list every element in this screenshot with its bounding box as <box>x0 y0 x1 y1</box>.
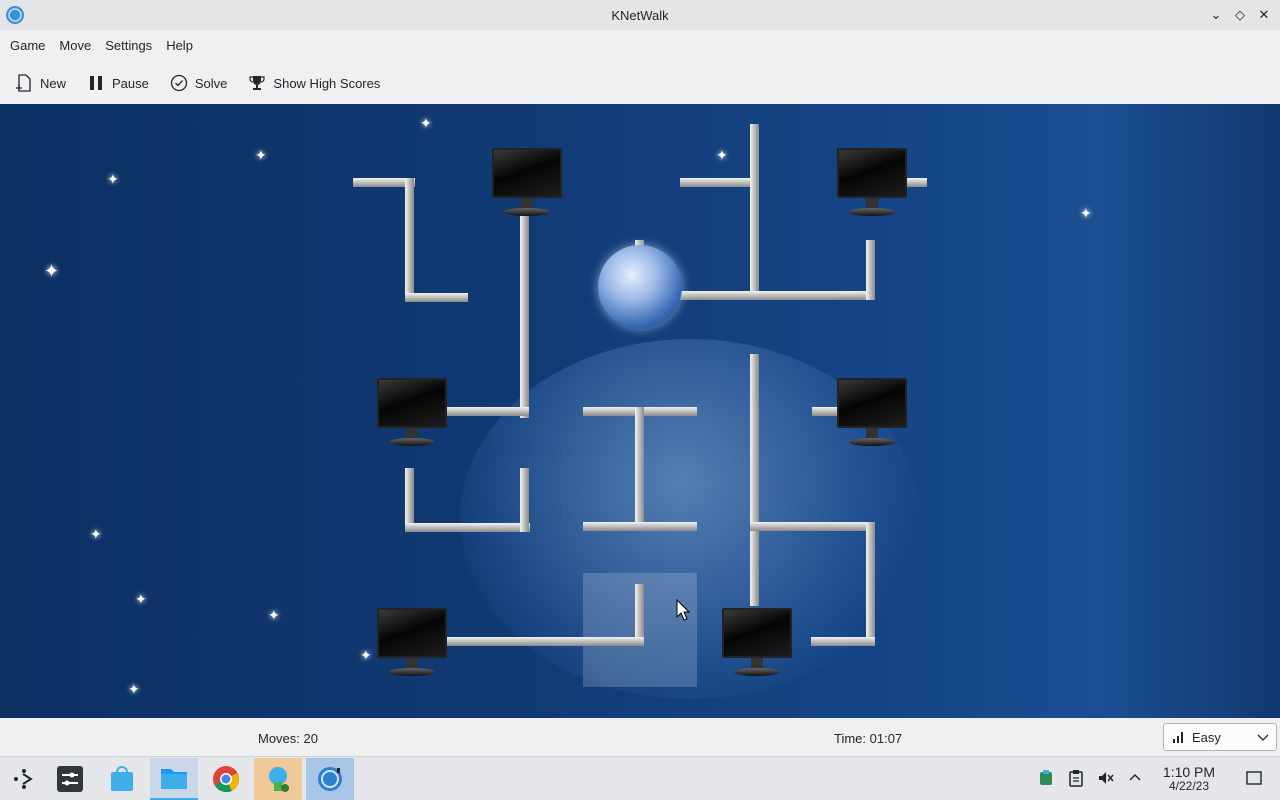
star: ✦ <box>128 681 140 697</box>
difficulty-value: Easy <box>1192 729 1221 745</box>
status-bar: Moves: 20 Time: 01:07 Easy <box>0 718 1280 756</box>
network-app-icon[interactable] <box>254 758 302 800</box>
maximize-icon[interactable]: ◇ <box>1230 5 1250 25</box>
new-document-icon <box>16 74 31 92</box>
computer-terminal[interactable] <box>835 376 909 450</box>
menu-game[interactable]: Game <box>4 38 51 53</box>
chevron-up-icon[interactable] <box>1124 767 1146 789</box>
pipe-segment[interactable] <box>866 522 875 646</box>
pipe-segment[interactable] <box>405 178 414 302</box>
star: ✦ <box>268 607 280 623</box>
server-globe[interactable] <box>598 245 682 329</box>
chevron-down-icon <box>1257 734 1269 741</box>
taskbar: 1:10 PM 4/22/23 <box>0 756 1280 800</box>
window-title: KNetWalk <box>611 7 669 23</box>
clipboard-tray-icon[interactable] <box>1065 767 1087 789</box>
chrome-browser-icon[interactable] <box>202 758 250 800</box>
check-circle-icon <box>170 74 188 92</box>
updates-tray-icon[interactable] <box>1035 767 1057 789</box>
menubar: Game Move Settings Help <box>0 30 1280 60</box>
star: ✦ <box>107 171 119 187</box>
pipe-segment[interactable] <box>635 407 644 527</box>
new-button[interactable]: New <box>14 73 66 93</box>
show-desktop-icon[interactable] <box>1243 767 1265 789</box>
menu-help[interactable]: Help <box>160 38 199 53</box>
solve-button[interactable]: Solve <box>169 73 228 93</box>
minimize-icon[interactable]: ⌄ <box>1206 5 1226 25</box>
trophy-icon <box>249 76 266 90</box>
star: ✦ <box>44 261 60 281</box>
discover-store-icon[interactable] <box>98 758 146 800</box>
star: ✦ <box>135 591 147 607</box>
pipe-segment[interactable] <box>866 240 875 300</box>
star: ✦ <box>716 147 728 163</box>
computer-terminal[interactable] <box>835 146 909 220</box>
computer-terminal[interactable] <box>490 146 564 220</box>
pause-button[interactable]: Pause <box>86 73 149 93</box>
game-board[interactable]: ✦ ✦ ✦ ✦ ✦ ✦ ✦ ✦ ✦ ✦ ✦ <box>0 104 1280 718</box>
pipe-segment[interactable] <box>750 354 759 606</box>
system-settings-icon[interactable] <box>46 758 94 800</box>
clock-time: 1:10 PM <box>1162 764 1216 780</box>
computer-terminal[interactable] <box>375 376 449 450</box>
knetwalk-taskbar-icon[interactable] <box>306 758 354 800</box>
pipe-segment[interactable] <box>750 522 875 531</box>
pipe-segment[interactable] <box>750 124 759 299</box>
pause-icon <box>90 76 103 90</box>
solve-button-label: Solve <box>194 75 228 91</box>
star: ✦ <box>90 526 102 542</box>
window-titlebar: KNetWalk ⌄ ◇ ✕ <box>0 0 1280 30</box>
file-manager-icon[interactable] <box>150 758 198 800</box>
difficulty-select[interactable]: Easy <box>1163 723 1277 751</box>
knetwalk-app-icon <box>6 6 24 24</box>
star: ✦ <box>255 147 267 163</box>
close-icon[interactable]: ✕ <box>1254 5 1274 25</box>
toolbar: New Pause Solve Show High Scores <box>0 64 1280 102</box>
pipe-segment[interactable] <box>811 637 875 646</box>
pause-button-label: Pause <box>112 75 149 91</box>
time-counter: Time: 01:07 <box>834 731 903 746</box>
star: ✦ <box>420 115 432 131</box>
mouse-cursor-icon <box>676 599 690 621</box>
new-button-label: New <box>40 75 67 91</box>
menu-move[interactable]: Move <box>53 38 97 53</box>
star: ✦ <box>360 647 372 663</box>
pipe-segment[interactable] <box>583 522 697 531</box>
clock[interactable]: 1:10 PM 4/22/23 <box>1152 765 1226 793</box>
pipe-segment[interactable] <box>680 178 755 187</box>
computer-terminal[interactable] <box>375 606 449 680</box>
application-launcher-icon[interactable] <box>0 758 48 800</box>
star: ✦ <box>1080 205 1092 221</box>
menu-settings[interactable]: Settings <box>99 38 158 53</box>
pipe-segment[interactable] <box>405 293 468 302</box>
moves-counter: Moves: 20 <box>258 731 318 746</box>
pipe-segment[interactable] <box>405 523 530 532</box>
show-high-scores-label: Show High Scores <box>273 75 381 91</box>
computer-terminal[interactable] <box>720 606 794 680</box>
clock-date: 4/22/23 <box>1168 779 1210 793</box>
volume-muted-tray-icon[interactable] <box>1095 767 1117 789</box>
show-high-scores-button[interactable]: Show High Scores <box>247 73 380 93</box>
signal-bars-icon <box>1173 732 1183 743</box>
pipe-segment[interactable] <box>520 214 529 418</box>
pipe-segment[interactable] <box>520 468 529 532</box>
pipe-segment[interactable] <box>446 637 644 646</box>
pipe-segment[interactable] <box>446 407 529 416</box>
